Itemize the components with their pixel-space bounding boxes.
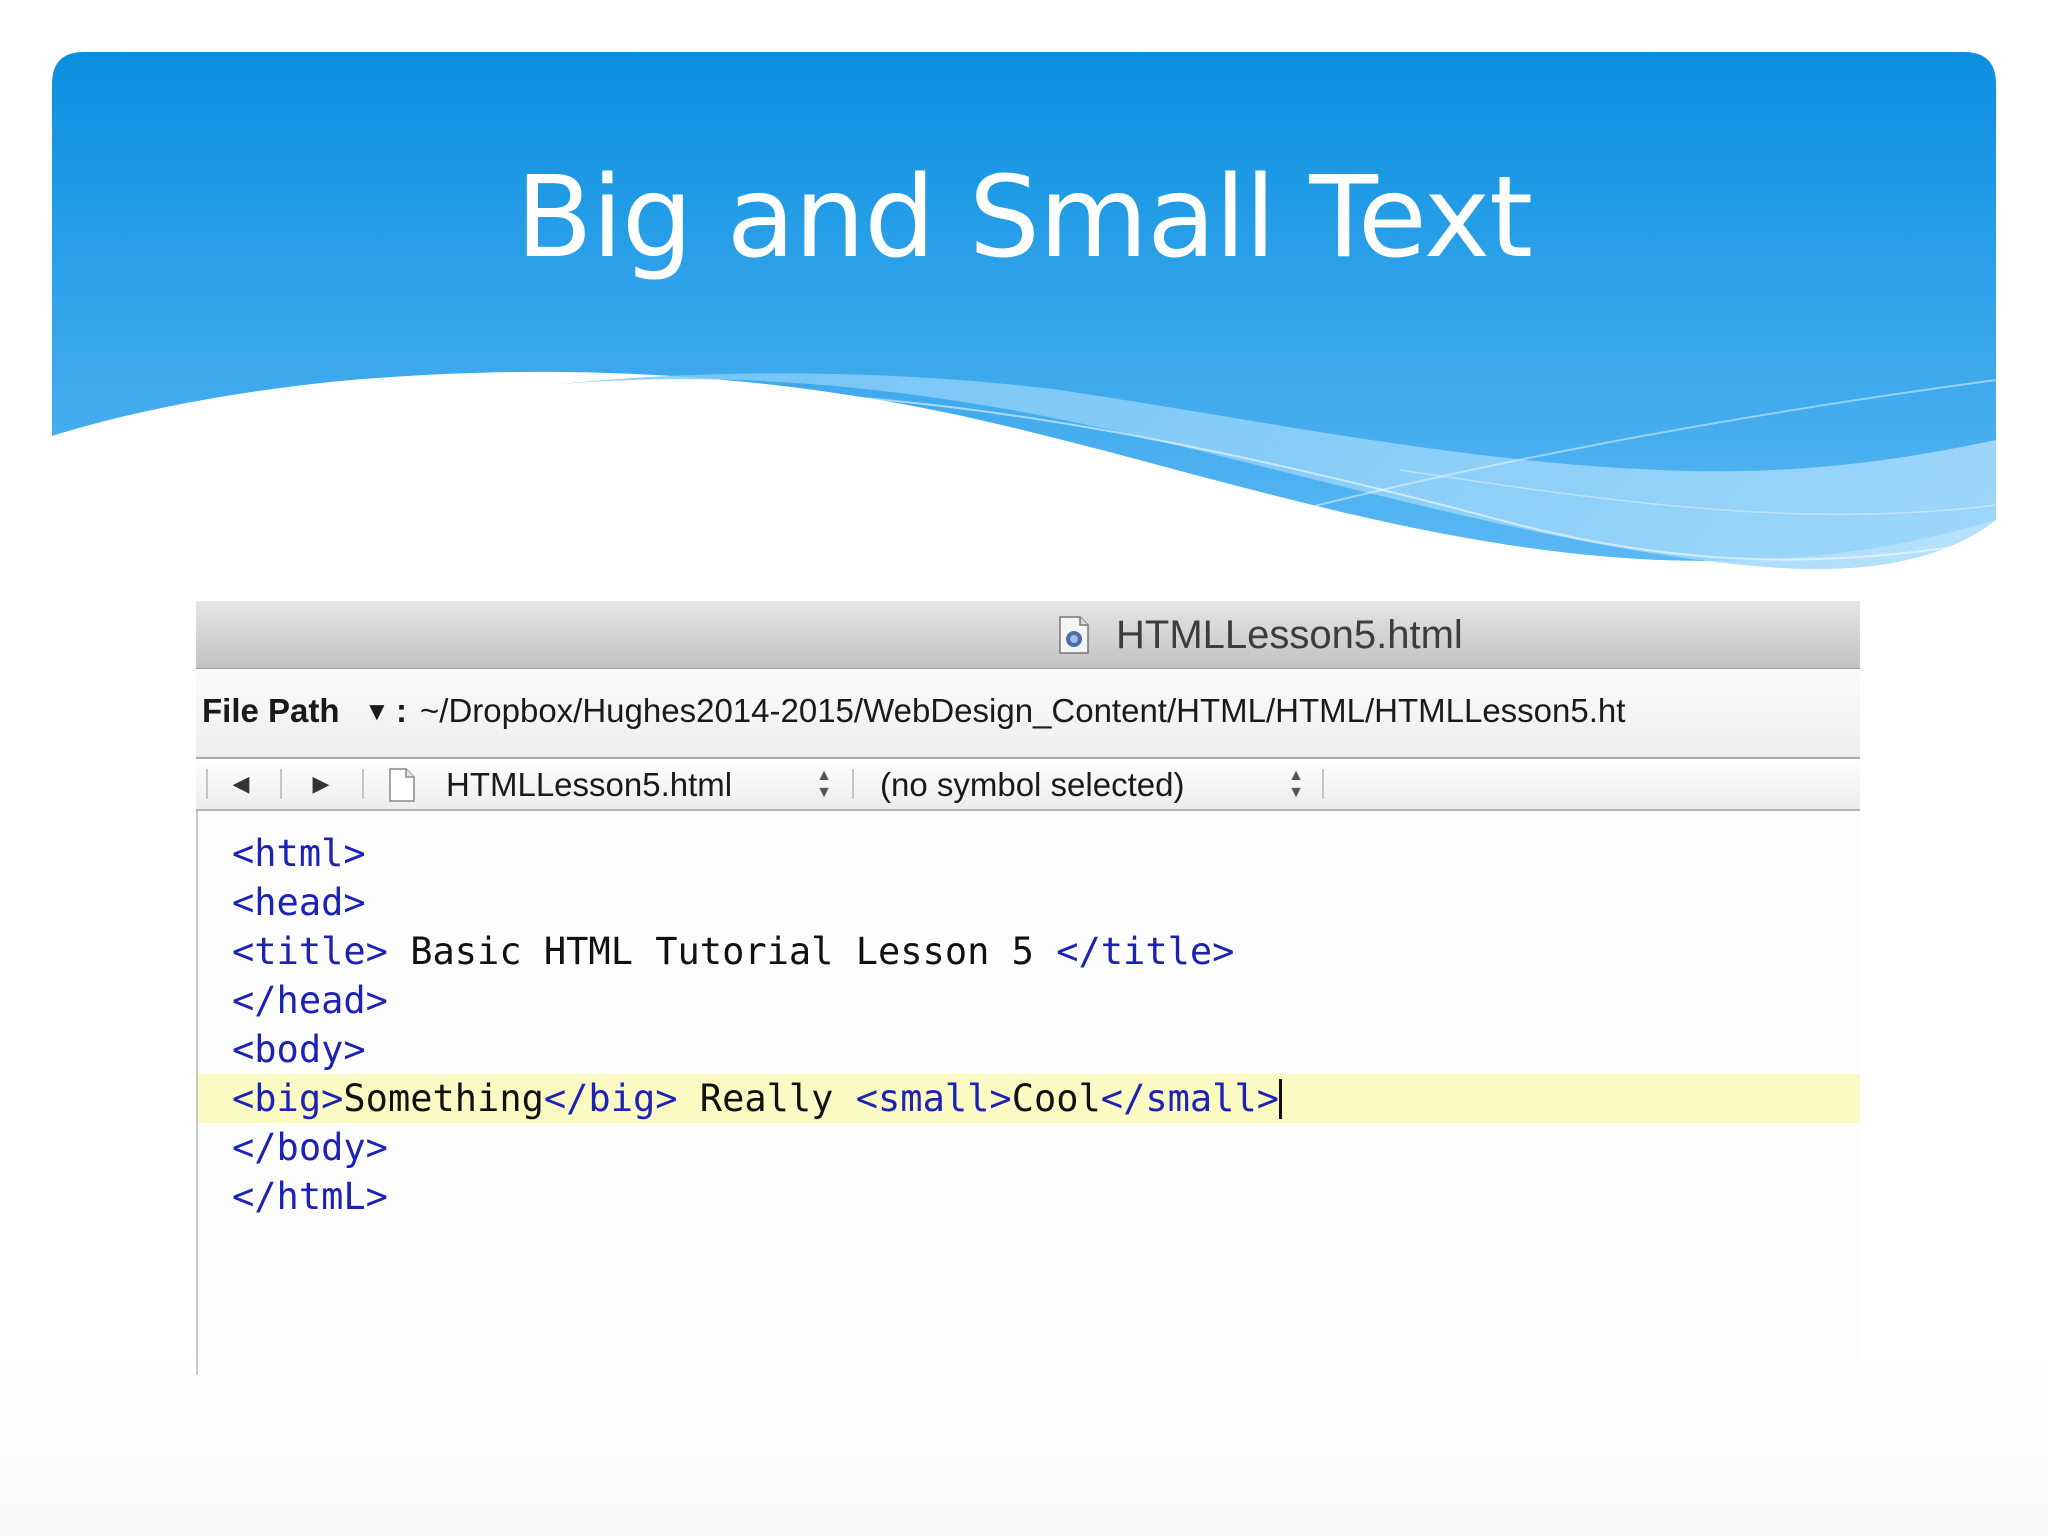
text-caret [1279, 1079, 1283, 1119]
separator [280, 769, 282, 799]
separator [1322, 769, 1324, 799]
code-tag: <big> [232, 1077, 344, 1120]
code-tag: <html> [232, 832, 366, 875]
html-document-icon [1059, 616, 1089, 654]
code-tag: </small> [1100, 1077, 1280, 1120]
file-path-value: ~/Dropbox/Hughes2014-2015/WebDesign_Cont… [420, 692, 1626, 729]
code-text: Something [343, 1077, 544, 1120]
separator [362, 769, 364, 799]
navigation-bar: ◀ ▶ HTMLLesson5.html ▲ ▼ (no symbol selec… [196, 759, 1860, 811]
window-title: HTMLLesson5.html [1116, 613, 1463, 657]
window-titlebar[interactable]: HTMLLesson5.html [196, 601, 1860, 669]
forward-arrow-icon[interactable]: ▶ [306, 767, 336, 801]
code-line-2: <head> [198, 878, 1860, 927]
code-tag: </body> [232, 1126, 388, 1169]
code-line-6-current: <big>Something</big> Really <small>Cool<… [198, 1074, 1860, 1123]
symbol-popup-button[interactable]: (no symbol selected) [880, 765, 1184, 805]
file-popup-updown-icon[interactable]: ▲ ▼ [814, 767, 834, 801]
back-arrow-icon[interactable]: ◀ [226, 767, 256, 801]
code-line-1: <html> [198, 829, 1860, 878]
code-tag: <small> [855, 1077, 1012, 1120]
code-tag: <body> [232, 1028, 366, 1071]
file-path-bar: File Path ▼ : ~/Dropbox/Hughes2014-2015/… [196, 669, 1860, 759]
symbol-popup-updown-icon[interactable]: ▲ ▼ [1286, 767, 1306, 801]
code-tag: <title> [232, 930, 388, 973]
code-line-5: <body> [198, 1025, 1860, 1074]
code-text-area[interactable]: <html> <head> <title> Basic HTML Tutoria… [196, 811, 1860, 1375]
file-path-colon: : [396, 692, 407, 729]
code-text: Cool [1011, 1077, 1101, 1120]
code-text: Really [677, 1077, 856, 1120]
file-path-label: File Path [202, 692, 340, 729]
separator [206, 769, 208, 799]
file-icon [389, 768, 415, 802]
code-line-3: <title> Basic HTML Tutorial Lesson 5 </t… [198, 927, 1860, 976]
code-tag: </title> [1056, 930, 1235, 973]
code-tag: </head> [232, 979, 388, 1022]
file-popup-button[interactable]: HTMLLesson5.html [446, 765, 732, 805]
code-tag: </big> [543, 1077, 678, 1120]
code-line-4: </head> [198, 976, 1860, 1025]
code-tag: <head> [232, 881, 366, 924]
slide: Big and Small Text HTMLLesson5.html File… [0, 0, 2048, 1536]
code-tag: </htmL> [232, 1175, 388, 1218]
file-path-dropdown-icon[interactable]: ▼ [364, 691, 390, 731]
code-editor-window: HTMLLesson5.html File Path ▼ : ~/Dropbox… [196, 601, 1860, 1375]
code-line-7: </body> [198, 1123, 1860, 1172]
slide-title: Big and Small Text [515, 153, 1533, 283]
code-text: Basic HTML Tutorial Lesson 5 [387, 930, 1057, 973]
separator [852, 769, 854, 799]
code-line-8: </htmL> [198, 1172, 1860, 1221]
